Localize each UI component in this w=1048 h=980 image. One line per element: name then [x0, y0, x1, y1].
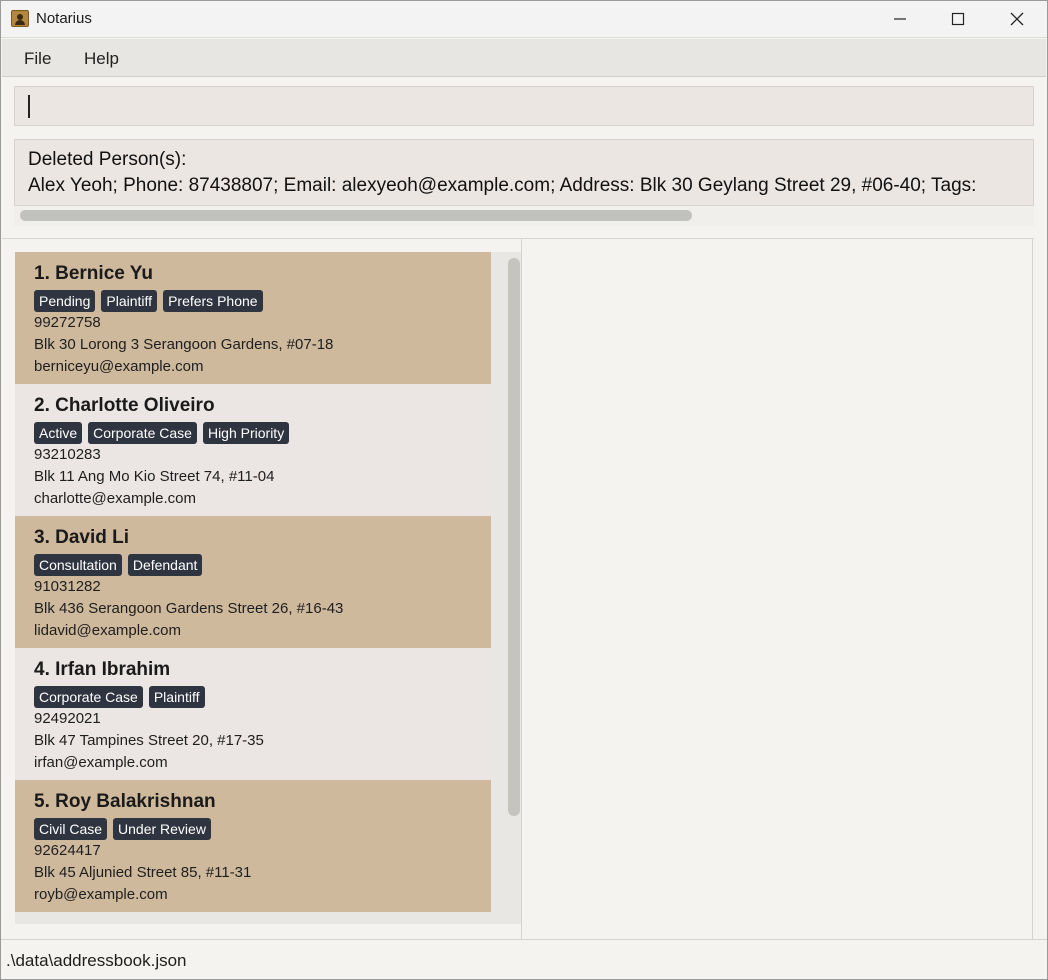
person-address: Blk 47 Tampines Street 20, #17-35 — [34, 732, 264, 749]
text-caret — [28, 95, 30, 118]
command-input[interactable] — [14, 86, 1034, 126]
detail-panel — [524, 239, 1033, 939]
close-icon — [1010, 12, 1024, 26]
minimize-button[interactable] — [871, 0, 929, 38]
person-email: royb@example.com — [34, 886, 168, 903]
person-phone: 99272758 — [34, 314, 101, 331]
person-card[interactable]: 1. Bernice Yu Pending Plaintiff Prefers … — [15, 252, 491, 384]
tag-badge: Plaintiff — [148, 686, 205, 708]
person-list-scrollbar-thumb[interactable] — [508, 258, 520, 816]
tag-badge: Corporate Case — [34, 686, 143, 708]
tag-badge: Plaintiff — [101, 290, 158, 312]
person-address: Blk 45 Aljunied Street 85, #11-31 — [34, 864, 252, 881]
person-name: 1. Bernice Yu — [34, 263, 153, 284]
person-card[interactable]: 4. Irfan Ibrahim Corporate Case Plaintif… — [15, 648, 491, 780]
person-address: Blk 436 Serangoon Gardens Street 26, #16… — [34, 600, 344, 617]
person-name: 4. Irfan Ibrahim — [34, 659, 171, 680]
person-list-vertical-scrollbar[interactable] — [504, 252, 521, 924]
person-name: 5. Roy Balakrishnan — [34, 791, 216, 812]
person-name: 2. Charlotte Oliveiro — [34, 395, 215, 416]
title-bar: Notarius — [0, 0, 1048, 38]
result-display: Deleted Person(s): Alex Yeoh; Phone: 874… — [14, 139, 1034, 206]
address-book-icon — [11, 10, 29, 27]
tag-badge: High Priority — [202, 422, 290, 444]
person-tags: Civil Case Under Review — [34, 818, 211, 840]
person-name: 3. David Li — [34, 527, 130, 548]
tag-badge: Civil Case — [34, 818, 108, 840]
tag-badge: Active — [34, 422, 83, 444]
close-button[interactable] — [988, 0, 1046, 38]
person-email: lidavid@example.com — [34, 622, 181, 639]
result-scrollbar-thumb[interactable] — [20, 210, 692, 221]
person-card[interactable]: 3. David Li Consultation Defendant 91031… — [15, 516, 491, 648]
data-file-path: .\data\addressbook.json — [6, 951, 187, 970]
person-tags: Pending Plaintiff Prefers Phone — [34, 290, 263, 312]
menu-file[interactable]: File — [24, 49, 51, 69]
menu-help[interactable]: Help — [84, 49, 119, 69]
menu-bar: File Help — [2, 39, 1046, 77]
person-email: berniceyu@example.com — [34, 358, 204, 375]
tag-badge: Under Review — [113, 818, 211, 840]
person-phone: 91031282 — [34, 578, 101, 595]
person-phone: 92624417 — [34, 842, 101, 859]
minimize-icon — [894, 18, 906, 20]
person-tags: Corporate Case Plaintiff — [34, 686, 205, 708]
person-phone: 93210283 — [34, 446, 101, 463]
tag-badge: Consultation — [34, 554, 122, 576]
tag-badge: Prefers Phone — [163, 290, 263, 312]
status-bar: .\data\addressbook.json — [0, 939, 1048, 980]
person-email: irfan@example.com — [34, 754, 168, 771]
person-email: charlotte@example.com — [34, 490, 196, 507]
tag-badge: Pending — [34, 290, 96, 312]
person-card[interactable]: 2. Charlotte Oliveiro Active Corporate C… — [15, 384, 491, 516]
person-list[interactable]: 1. Bernice Yu Pending Plaintiff Prefers … — [15, 252, 521, 924]
tag-badge: Defendant — [127, 554, 203, 576]
maximize-button[interactable] — [929, 0, 987, 38]
tag-badge: Corporate Case — [88, 422, 197, 444]
maximize-icon — [951, 12, 965, 26]
person-list-panel: 1. Bernice Yu Pending Plaintiff Prefers … — [2, 239, 522, 939]
person-tags: Consultation Defendant — [34, 554, 203, 576]
person-address: Blk 11 Ang Mo Kio Street 74, #11-04 — [34, 468, 275, 485]
person-phone: 92492021 — [34, 710, 101, 727]
result-horizontal-scrollbar[interactable] — [14, 206, 1034, 226]
person-tags: Active Corporate Case High Priority — [34, 422, 290, 444]
result-heading: Deleted Person(s): — [28, 149, 187, 170]
person-address: Blk 30 Lorong 3 Serangoon Gardens, #07-1… — [34, 336, 334, 353]
result-detail: Alex Yeoh; Phone: 87438807; Email: alexy… — [28, 175, 977, 196]
window-title: Notarius — [36, 10, 92, 27]
person-card[interactable]: 5. Roy Balakrishnan Civil Case Under Rev… — [15, 780, 491, 912]
